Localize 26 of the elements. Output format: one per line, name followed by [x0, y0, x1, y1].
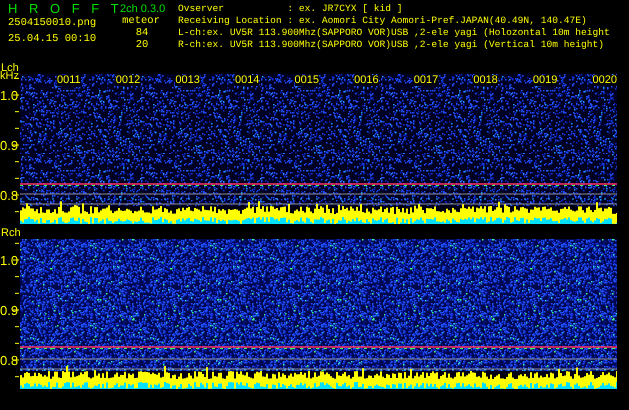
info-line: R-ch:ex. UV5R 113.900Mhz(SAPPORO VOR)USB ,2-ele yagi (Vertical 10m height): [178, 39, 606, 51]
time-label: 0016: [354, 75, 379, 86]
meteor-count: 84: [134, 27, 150, 39]
time-label: 0017: [414, 75, 438, 86]
tick-label: 0.9: [0, 138, 18, 153]
channel-label: Rch: [0, 228, 22, 239]
time-label: 0015: [294, 75, 320, 86]
app-title: H R O F F T: [7, 3, 120, 15]
time-label: 0018: [473, 75, 498, 86]
time-label: 0020: [592, 75, 617, 86]
file-name: 2504150010.png: [7, 16, 98, 27]
time-label: 0011: [57, 75, 81, 86]
time-label: 0019: [532, 75, 558, 86]
time-label: 0013: [175, 75, 200, 86]
info-line: Receiving Location : ex. Aomori City Aomori-Pref.JAPAN(40.49N, 140.47E): [178, 15, 588, 27]
info-line: L-ch:ex. UV5R 113.900Mhz(SAPPORO VOR)USB ,2-ele yagi (Holozontal 10m height: [178, 27, 611, 39]
time-label: 0014: [234, 75, 260, 86]
tick-label: 0.9: [0, 303, 18, 318]
info-line: Ovserver : ex. JR7CYX [ kid ]: [178, 3, 404, 15]
meteor-count: 20: [134, 39, 150, 51]
tick-label: 1.0: [0, 88, 18, 103]
tick-label: 1.0: [0, 253, 18, 268]
meteor-label: meteor: [121, 15, 161, 27]
date-time: 25.04.15 00:10: [7, 33, 98, 45]
version-label: 2ch 0.3.0: [120, 3, 166, 15]
time-label: 0012: [116, 75, 140, 86]
